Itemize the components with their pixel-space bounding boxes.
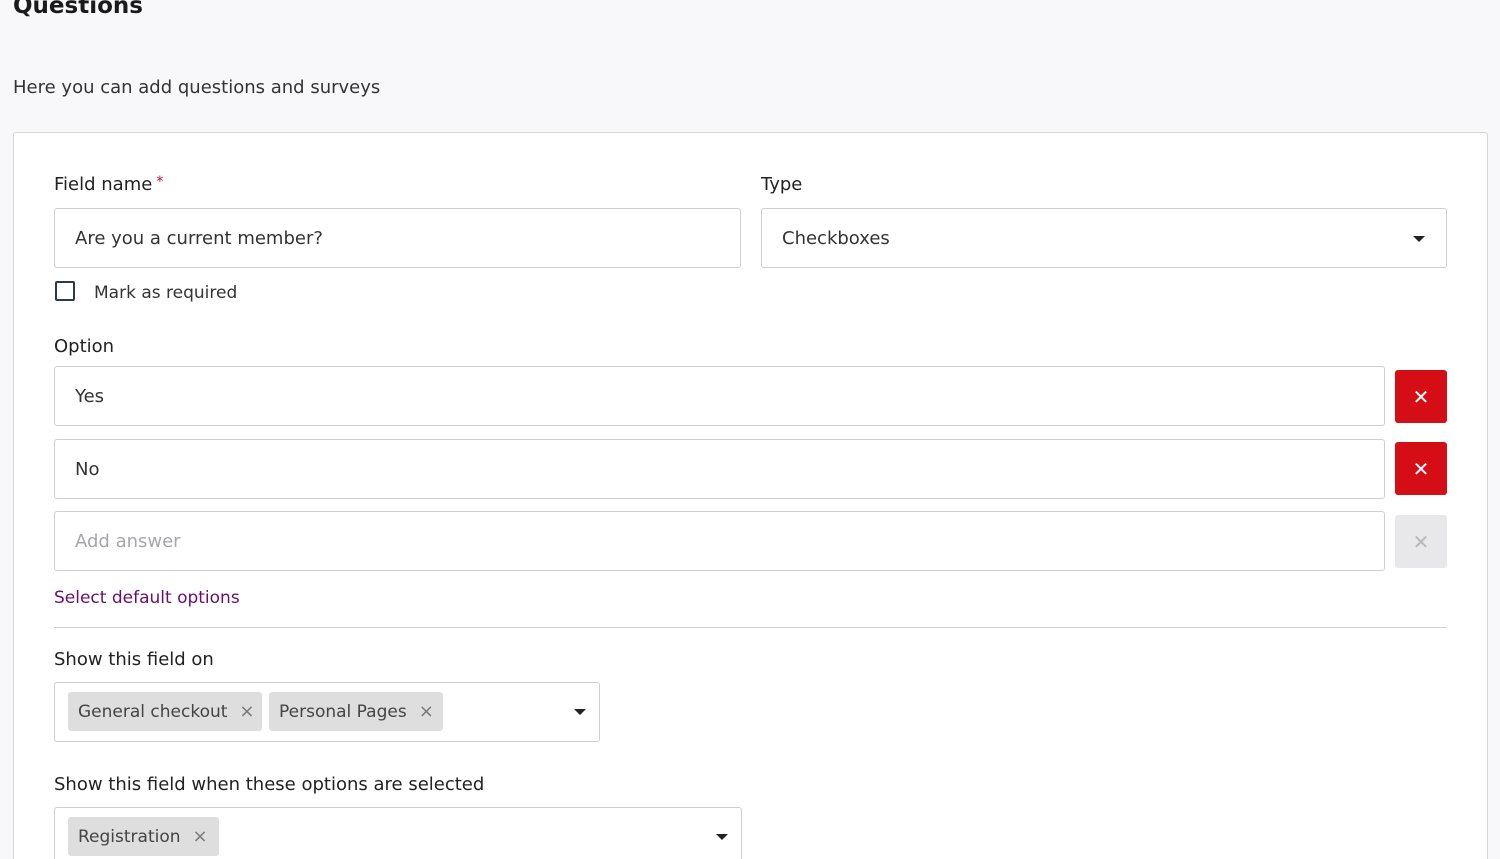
tag-general-checkout: General checkout × <box>68 692 262 731</box>
chevron-down-icon <box>1413 236 1425 242</box>
type-select[interactable]: Checkboxes <box>761 208 1447 268</box>
delete-option-button[interactable]: ✕ <box>1395 370 1447 423</box>
add-answer-input[interactable]: Add answer <box>54 511 1385 571</box>
option-value: No <box>75 458 100 480</box>
page-subtitle: Here you can add questions and surveys <box>13 77 381 98</box>
chevron-down-icon <box>574 709 586 715</box>
tag-label: General checkout <box>78 701 228 722</box>
remove-tag-icon[interactable]: × <box>239 701 254 722</box>
remove-tag-icon[interactable]: × <box>193 826 208 847</box>
field-name-value: Are you a current member? <box>75 227 323 249</box>
delete-option-button[interactable]: ✕ <box>1395 442 1447 495</box>
option-label: Option <box>54 336 115 357</box>
question-card: Field name * Are you a current member? Ty… <box>13 132 1488 859</box>
type-label: Type <box>761 174 803 195</box>
remove-tag-icon[interactable]: × <box>419 701 434 722</box>
mark-required-checkbox[interactable] <box>55 281 75 301</box>
add-answer-placeholder: Add answer <box>75 530 181 552</box>
show-on-label: Show this field on <box>54 649 214 670</box>
divider <box>54 627 1447 628</box>
mark-required-label: Mark as required <box>94 283 238 303</box>
type-selected-value: Checkboxes <box>782 227 890 249</box>
option-input-yes[interactable]: Yes <box>54 366 1385 426</box>
tag-label: Registration <box>78 826 181 847</box>
required-star: * <box>156 174 164 190</box>
chevron-down-icon <box>716 834 728 840</box>
field-name-label-text: Field name <box>54 174 153 195</box>
field-name-input[interactable]: Are you a current member? <box>54 208 741 268</box>
tag-label: Personal Pages <box>279 701 407 722</box>
show-on-select[interactable]: General checkout × Personal Pages × <box>54 682 600 742</box>
option-input-no[interactable]: No <box>54 439 1385 499</box>
page-title: Questions <box>13 0 143 19</box>
tag-personal-pages: Personal Pages × <box>269 692 443 731</box>
field-name-label: Field name * <box>54 174 163 195</box>
delete-option-button-disabled: ✕ <box>1395 515 1447 568</box>
tag-registration: Registration × <box>68 817 219 856</box>
select-default-options-link[interactable]: Select default options <box>54 588 240 608</box>
close-icon: ✕ <box>1412 529 1430 554</box>
show-when-select[interactable]: Registration × <box>54 807 742 859</box>
close-icon: ✕ <box>1412 384 1430 409</box>
show-when-label: Show this field when these options are s… <box>54 774 485 795</box>
close-icon: ✕ <box>1412 456 1430 481</box>
option-value: Yes <box>75 385 105 407</box>
